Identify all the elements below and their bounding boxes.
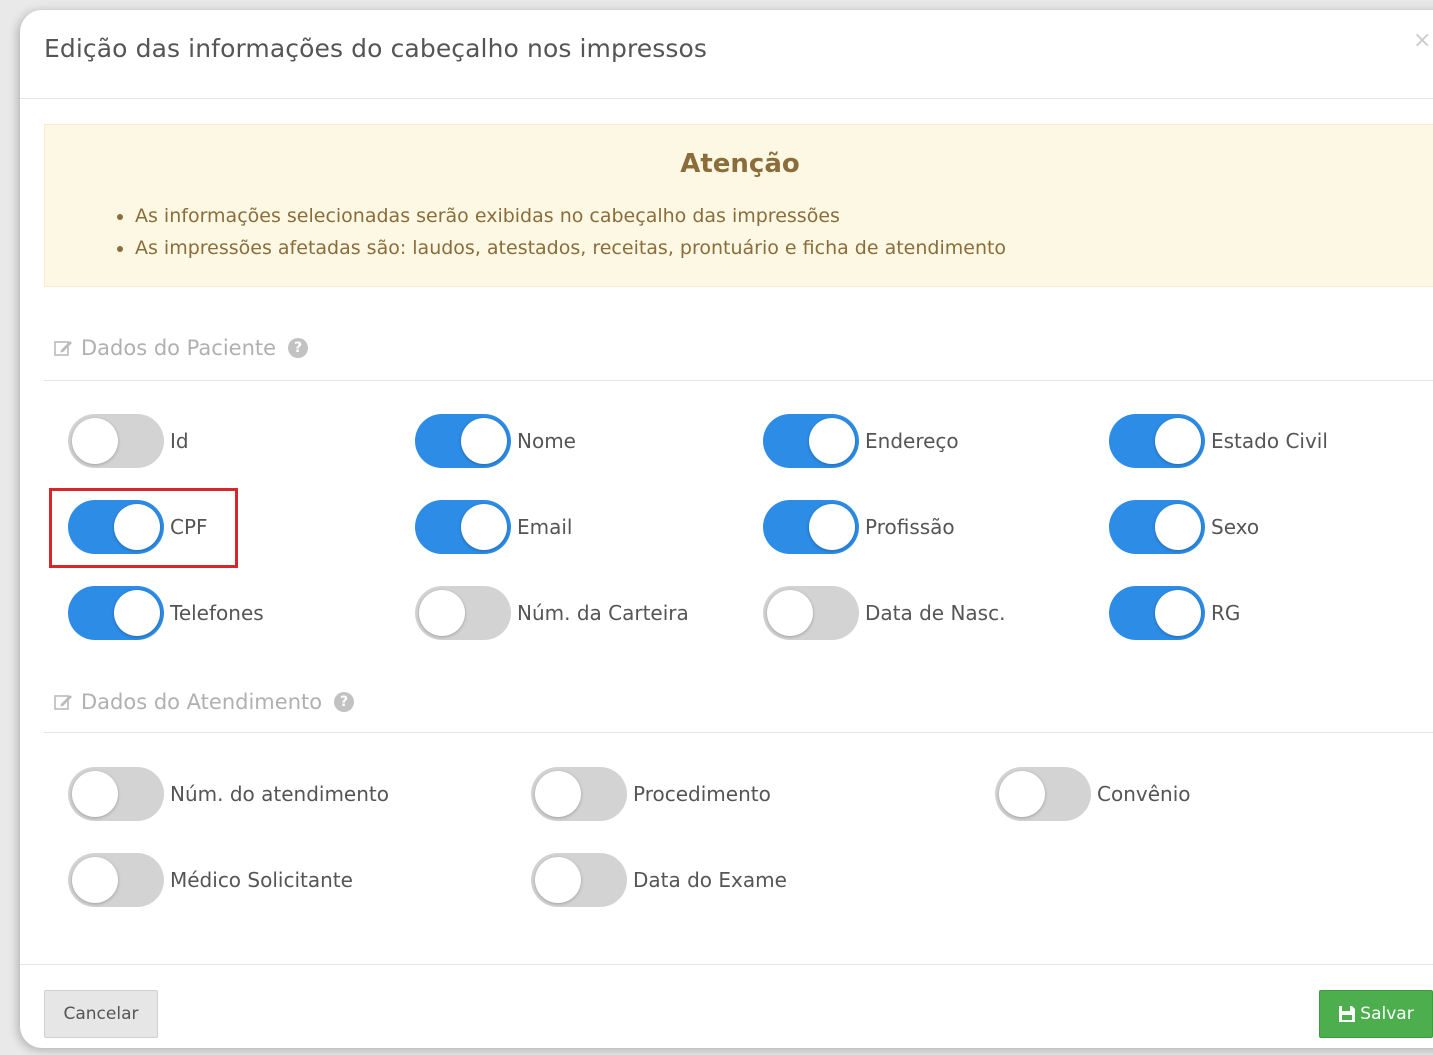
cpf-highlight-box xyxy=(49,488,238,568)
toggle-knob xyxy=(1155,504,1201,550)
toggle-num-do-atendimento[interactable]: Núm. do atendimento xyxy=(68,767,389,821)
toggle-knob xyxy=(1155,418,1201,464)
toggle-knob xyxy=(461,418,507,464)
edit-icon xyxy=(53,338,73,358)
toggle-switch[interactable] xyxy=(68,767,164,821)
cancel-button[interactable]: Cancelar xyxy=(44,990,158,1038)
save-button[interactable]: Salvar xyxy=(1319,990,1433,1038)
toggle-knob xyxy=(767,590,813,636)
toggle-label: Profissão xyxy=(865,515,955,539)
toggle-num-da-carteira[interactable]: Núm. da Carteira xyxy=(415,586,689,640)
toggle-label: Convênio xyxy=(1097,782,1191,806)
section-title-patient: Dados do Paciente ? xyxy=(53,336,309,360)
alert-title: Atenção xyxy=(680,149,800,179)
toggle-label: Email xyxy=(517,515,573,539)
toggle-switch[interactable] xyxy=(68,853,164,907)
toggle-endereco[interactable]: Endereço xyxy=(763,414,959,468)
toggle-label: Telefones xyxy=(170,601,264,625)
help-icon[interactable]: ? xyxy=(288,338,309,358)
close-icon[interactable]: × xyxy=(1413,30,1431,52)
alert-list: As informações selecionadas serão exibid… xyxy=(105,200,1006,264)
toggle-label: Estado Civil xyxy=(1211,429,1328,453)
toggle-knob xyxy=(72,857,118,903)
alert-item: As impressões afetadas são: laudos, ates… xyxy=(135,232,1006,264)
toggle-data-do-exame[interactable]: Data do Exame xyxy=(531,853,787,907)
toggle-knob xyxy=(461,504,507,550)
section-divider xyxy=(44,732,1433,733)
toggle-knob xyxy=(114,590,160,636)
toggle-switch[interactable] xyxy=(1109,586,1205,640)
section-title-text: Dados do Paciente xyxy=(81,336,277,360)
toggle-label: Médico Solicitante xyxy=(170,868,353,892)
toggle-switch[interactable] xyxy=(995,767,1091,821)
modal-title: Edição das informações do cabeçalho nos … xyxy=(44,34,708,63)
toggle-medico-solicitante[interactable]: Médico Solicitante xyxy=(68,853,353,907)
toggle-switch[interactable] xyxy=(531,767,627,821)
toggle-label: Sexo xyxy=(1211,515,1260,539)
toggle-knob xyxy=(999,771,1045,817)
toggle-knob xyxy=(535,771,581,817)
toggle-sexo[interactable]: Sexo xyxy=(1109,500,1259,554)
toggle-nome[interactable]: Nome xyxy=(415,414,576,468)
help-icon[interactable]: ? xyxy=(334,692,355,712)
toggle-switch[interactable] xyxy=(763,586,859,640)
toggle-knob xyxy=(72,418,118,464)
toggle-profissao[interactable]: Profissão xyxy=(763,500,955,554)
toggle-label: Procedimento xyxy=(633,782,771,806)
section-divider xyxy=(44,380,1433,381)
edit-icon xyxy=(53,692,73,712)
toggle-rg[interactable]: RG xyxy=(1109,586,1240,640)
toggle-switch[interactable] xyxy=(1109,500,1205,554)
toggle-knob xyxy=(809,504,855,550)
toggle-id[interactable]: Id xyxy=(68,414,189,468)
toggle-label: Data de Nasc. xyxy=(865,601,1006,625)
floppy-disk-icon xyxy=(1338,1005,1356,1023)
modal-dialog: Edição das informações do cabeçalho nos … xyxy=(20,10,1433,1048)
modal-header: Edição das informações do cabeçalho nos … xyxy=(20,10,1433,99)
toggle-switch[interactable] xyxy=(68,414,164,468)
toggle-knob xyxy=(72,771,118,817)
section-title-appointment: Dados do Atendimento ? xyxy=(53,690,355,714)
footer-divider xyxy=(20,964,1433,965)
toggle-email[interactable]: Email xyxy=(415,500,573,554)
toggle-knob xyxy=(809,418,855,464)
toggle-estado-civil[interactable]: Estado Civil xyxy=(1109,414,1328,468)
toggle-switch[interactable] xyxy=(1109,414,1205,468)
toggle-telefones[interactable]: Telefones xyxy=(68,586,264,640)
alert-item: As informações selecionadas serão exibid… xyxy=(135,200,1006,232)
toggle-switch[interactable] xyxy=(415,500,511,554)
toggle-switch[interactable] xyxy=(763,500,859,554)
toggle-data-de-nasc[interactable]: Data de Nasc. xyxy=(763,586,1005,640)
toggle-label: Data do Exame xyxy=(633,868,787,892)
toggle-switch[interactable] xyxy=(415,586,511,640)
section-title-text: Dados do Atendimento xyxy=(81,690,323,714)
toggle-label: Núm. da Carteira xyxy=(517,601,689,625)
toggle-label: Endereço xyxy=(865,429,959,453)
warning-alert: Atenção As informações selecionadas serã… xyxy=(44,124,1433,287)
toggle-procedimento[interactable]: Procedimento xyxy=(531,767,771,821)
toggle-knob xyxy=(1155,590,1201,636)
save-label: Salvar xyxy=(1360,1004,1414,1024)
toggle-convenio[interactable]: Convênio xyxy=(995,767,1191,821)
toggle-knob xyxy=(419,590,465,636)
toggle-switch[interactable] xyxy=(763,414,859,468)
toggle-switch[interactable] xyxy=(68,586,164,640)
toggle-switch[interactable] xyxy=(531,853,627,907)
toggle-knob xyxy=(535,857,581,903)
toggle-label: RG xyxy=(1211,601,1241,625)
toggle-label: Nome xyxy=(517,429,576,453)
toggle-switch[interactable] xyxy=(415,414,511,468)
toggle-label: Núm. do atendimento xyxy=(170,782,389,806)
toggle-label: Id xyxy=(170,429,189,453)
